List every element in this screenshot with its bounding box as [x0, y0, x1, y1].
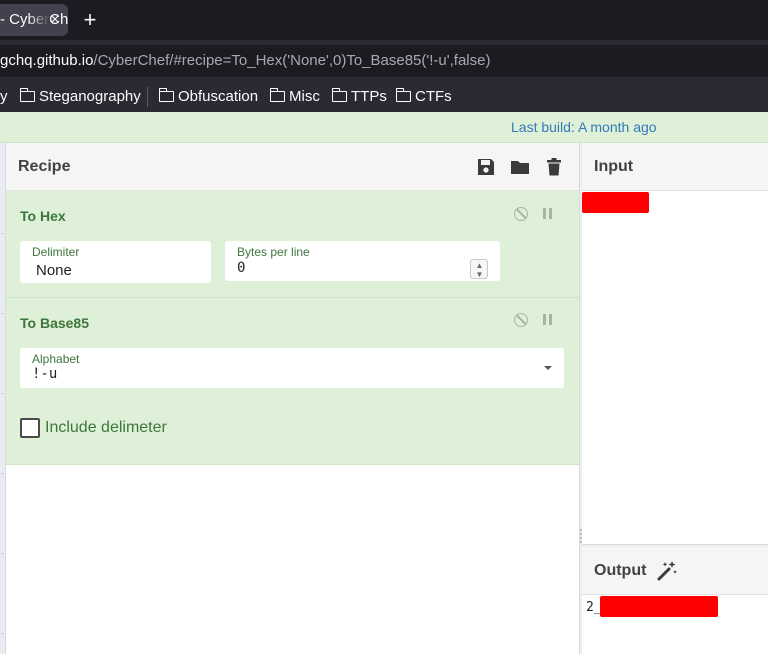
folder-icon — [269, 88, 285, 102]
operation-to-hex[interactable]: To Hex Delimiter None Bytes per line 0 ▲… — [6, 191, 579, 298]
bookmark-label: CTFs — [415, 88, 452, 105]
build-banner: Last build: A month ago — [0, 112, 768, 143]
folder-icon — [19, 88, 35, 102]
disable-icon[interactable] — [514, 207, 528, 221]
input-header: Input — [582, 143, 768, 191]
alphabet-label: Alphabet — [32, 352, 80, 366]
alphabet-value: !-u — [32, 366, 58, 382]
url-host: gchq.github.io — [0, 52, 94, 69]
input-title: Input — [594, 158, 634, 175]
recipe-pane: Recipe To Hex Delimiter None Bytes per l… — [6, 143, 579, 654]
navigation-toolbar: gchq.github.io/CyberChef/#recipe=To_Hex(… — [0, 40, 768, 82]
bookmark-folder-obfuscation[interactable]: Obfuscation — [158, 82, 259, 112]
url-bar[interactable]: gchq.github.io/CyberChef/#recipe=To_Hex(… — [0, 45, 768, 77]
bytes-per-line-label: Bytes per line — [237, 245, 310, 259]
bytes-per-line-value: 0 — [237, 260, 246, 276]
save-icon[interactable] — [476, 157, 496, 177]
chevron-down-icon — [544, 366, 552, 370]
operation-title: To Hex — [20, 208, 66, 224]
delimiter-field[interactable]: Delimiter None — [20, 241, 211, 283]
browser-tab[interactable]: - CyberChef × — [0, 4, 68, 36]
delimiter-value: None — [36, 262, 72, 279]
recipe-title: Recipe — [18, 158, 71, 175]
chevron-down-icon[interactable]: ▼ — [475, 270, 484, 279]
output-redaction — [600, 596, 718, 617]
bytes-per-line-field[interactable]: Bytes per line 0 ▲ ▼ — [225, 241, 500, 281]
output-area[interactable]: 2_ — [582, 596, 768, 654]
bookmark-label: Misc — [289, 88, 320, 105]
include-delimeter-label[interactable]: Include delimeter — [45, 418, 167, 438]
bookmark-label: Steganography — [39, 88, 141, 105]
operation-title: To Base85 — [20, 315, 89, 331]
bookmark-label: y — [0, 88, 8, 105]
trash-icon[interactable] — [544, 157, 564, 177]
breakpoint-icon[interactable] — [541, 207, 555, 221]
bookmark-folder-steganography[interactable]: Steganography — [19, 82, 141, 112]
folder-open-icon[interactable] — [510, 157, 530, 177]
new-tab-button[interactable]: + — [78, 6, 102, 34]
operation-to-base85[interactable]: To Base85 Alphabet !-u Include delimeter — [6, 298, 579, 465]
bookmark-label: TTPs — [351, 88, 387, 105]
output-pane: Output 2_ — [582, 547, 768, 654]
bookmark-folder-partial[interactable]: y — [0, 82, 8, 112]
url-text: gchq.github.io/CyberChef/#recipe=To_Hex(… — [0, 45, 490, 77]
last-build-link[interactable]: Last build: A month ago — [511, 112, 657, 143]
delimiter-label: Delimiter — [32, 245, 80, 259]
output-header: Output — [582, 547, 768, 595]
include-delimeter-checkbox[interactable] — [20, 418, 40, 438]
bookmark-folder-ttps[interactable]: TTPs — [331, 82, 387, 112]
recipe-header: Recipe — [6, 143, 579, 191]
disable-icon[interactable] — [514, 313, 528, 327]
bookmark-label: Obfuscation — [178, 88, 259, 105]
magic-wand-icon[interactable] — [656, 560, 678, 582]
bookmark-folder-misc[interactable]: Misc — [269, 82, 320, 112]
bookmarks-toolbar: y Steganography Obfuscation Misc TTPs CT… — [0, 82, 768, 112]
breakpoint-icon[interactable] — [541, 313, 555, 327]
folder-icon — [331, 88, 347, 102]
folder-icon — [395, 88, 411, 102]
url-path: /CyberChef/#recipe=To_Hex('None',0)To_Ba… — [93, 52, 491, 69]
close-icon[interactable]: × — [46, 4, 64, 36]
number-spinner[interactable]: ▲ ▼ — [470, 259, 488, 279]
alphabet-select[interactable]: Alphabet !-u — [20, 348, 564, 388]
folder-icon — [158, 88, 174, 102]
browser-tab-bar: - CyberChef × + — [0, 0, 768, 40]
bookmark-folder-ctfs[interactable]: CTFs — [395, 82, 452, 112]
input-redaction[interactable] — [582, 192, 649, 213]
input-pane: Input — [582, 143, 768, 544]
bookmark-separator — [147, 87, 148, 107]
cyberchef-page: Last build: A month ago Recipe To Hex De… — [0, 112, 768, 654]
output-title: Output — [594, 562, 647, 579]
chevron-up-icon[interactable]: ▲ — [475, 261, 484, 270]
